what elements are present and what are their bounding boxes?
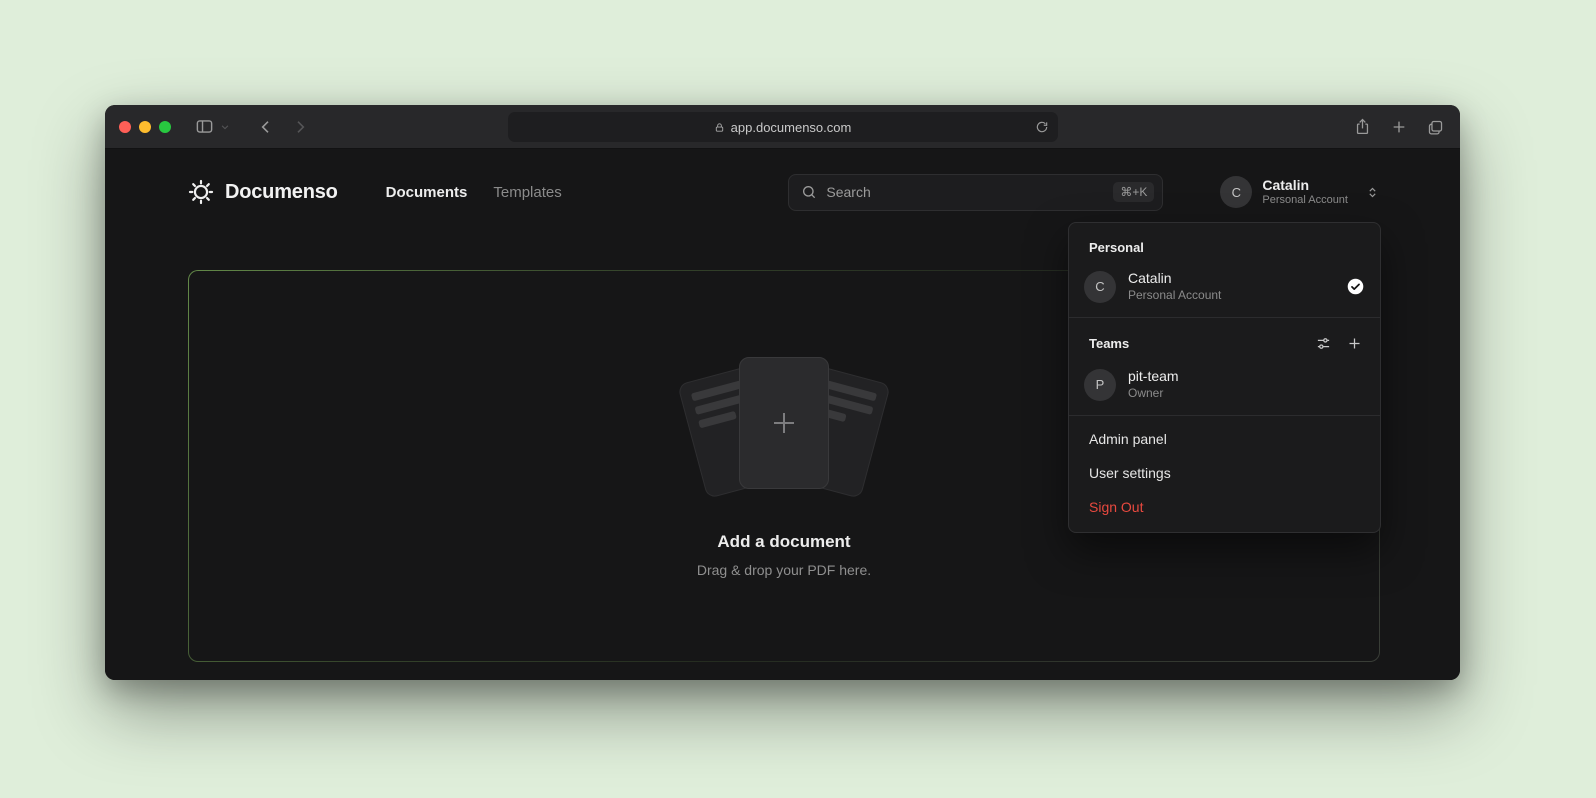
address-bar[interactable]: app.documenso.com bbox=[508, 112, 1058, 142]
personal-account-text: Catalin Personal Account bbox=[1128, 270, 1221, 303]
nav-documents[interactable]: Documents bbox=[386, 184, 468, 201]
forward-icon[interactable] bbox=[292, 119, 308, 135]
close-window-button[interactable] bbox=[119, 121, 131, 133]
lock-icon bbox=[714, 122, 725, 133]
minimize-window-button[interactable] bbox=[139, 121, 151, 133]
personal-section-label: Personal bbox=[1069, 229, 1380, 262]
divider bbox=[1069, 415, 1380, 416]
search-shortcut-badge: ⌘+K bbox=[1113, 182, 1154, 202]
brand[interactable]: Documenso bbox=[188, 179, 338, 205]
main-nav: Documents Templates bbox=[386, 184, 562, 201]
personal-account-name: Catalin bbox=[1128, 270, 1221, 287]
share-icon[interactable] bbox=[1354, 118, 1371, 136]
document-card-center bbox=[739, 357, 829, 489]
nav-templates[interactable]: Templates bbox=[493, 184, 561, 201]
window-controls bbox=[119, 121, 171, 133]
divider bbox=[1069, 317, 1380, 318]
account-menu-button[interactable]: C Catalin Personal Account bbox=[1220, 176, 1379, 208]
toolbar-right-controls bbox=[1354, 105, 1444, 149]
zoom-window-button[interactable] bbox=[159, 121, 171, 133]
back-icon[interactable] bbox=[258, 119, 274, 135]
app-header: Documenso Documents Templates Search ⌘+K… bbox=[188, 173, 1379, 211]
account-dropdown-menu: Personal C Catalin Personal Account Team… bbox=[1068, 222, 1381, 533]
teams-section-header: Teams bbox=[1069, 324, 1380, 360]
dropzone-subtitle: Drag & drop your PDF here. bbox=[697, 562, 871, 578]
avatar: C bbox=[1220, 176, 1252, 208]
search-placeholder: Search bbox=[826, 184, 1104, 200]
account-text: Catalin Personal Account bbox=[1262, 177, 1348, 207]
browser-window: app.documenso.com bbox=[105, 105, 1460, 680]
chevron-down-icon[interactable] bbox=[220, 122, 230, 132]
url-text: app.documenso.com bbox=[731, 120, 852, 135]
menu-item-admin-panel[interactable]: Admin panel bbox=[1069, 422, 1380, 456]
add-team-plus-icon[interactable] bbox=[1345, 334, 1364, 353]
teams-section-label: Teams bbox=[1089, 336, 1314, 351]
avatar: C bbox=[1084, 271, 1116, 303]
document-cards-icon bbox=[679, 354, 889, 506]
plus-icon bbox=[769, 408, 799, 438]
check-circle-icon bbox=[1347, 278, 1364, 295]
history-navigation bbox=[258, 119, 308, 135]
team-settings-sliders-icon[interactable] bbox=[1314, 334, 1333, 353]
search-icon bbox=[801, 184, 817, 200]
browser-toolbar: app.documenso.com bbox=[105, 105, 1460, 149]
chevrons-up-down-icon bbox=[1366, 186, 1379, 199]
avatar: P bbox=[1084, 369, 1116, 401]
team-role: Owner bbox=[1128, 386, 1179, 401]
account-type: Personal Account bbox=[1262, 194, 1348, 207]
dropzone-title: Add a document bbox=[717, 532, 850, 552]
team-text: pit-team Owner bbox=[1128, 368, 1179, 401]
menu-item-sign-out[interactable]: Sign Out bbox=[1069, 490, 1380, 524]
personal-account-row[interactable]: C Catalin Personal Account bbox=[1069, 262, 1380, 311]
refresh-icon[interactable] bbox=[1035, 120, 1049, 134]
personal-account-type: Personal Account bbox=[1128, 288, 1221, 303]
new-tab-icon[interactable] bbox=[1391, 119, 1407, 135]
account-name: Catalin bbox=[1262, 177, 1348, 193]
sidebar-toggle-icon[interactable] bbox=[195, 117, 214, 136]
tabs-overview-icon[interactable] bbox=[1427, 119, 1444, 136]
brand-name: Documenso bbox=[225, 181, 338, 204]
team-row[interactable]: P pit-team Owner bbox=[1069, 360, 1380, 409]
team-name: pit-team bbox=[1128, 368, 1179, 385]
menu-item-user-settings[interactable]: User settings bbox=[1069, 456, 1380, 490]
documenso-logo-icon bbox=[188, 179, 214, 205]
sidebar-controls bbox=[195, 117, 230, 136]
search-input[interactable]: Search ⌘+K bbox=[788, 174, 1163, 211]
documenso-page: Documenso Documents Templates Search ⌘+K… bbox=[105, 149, 1460, 680]
